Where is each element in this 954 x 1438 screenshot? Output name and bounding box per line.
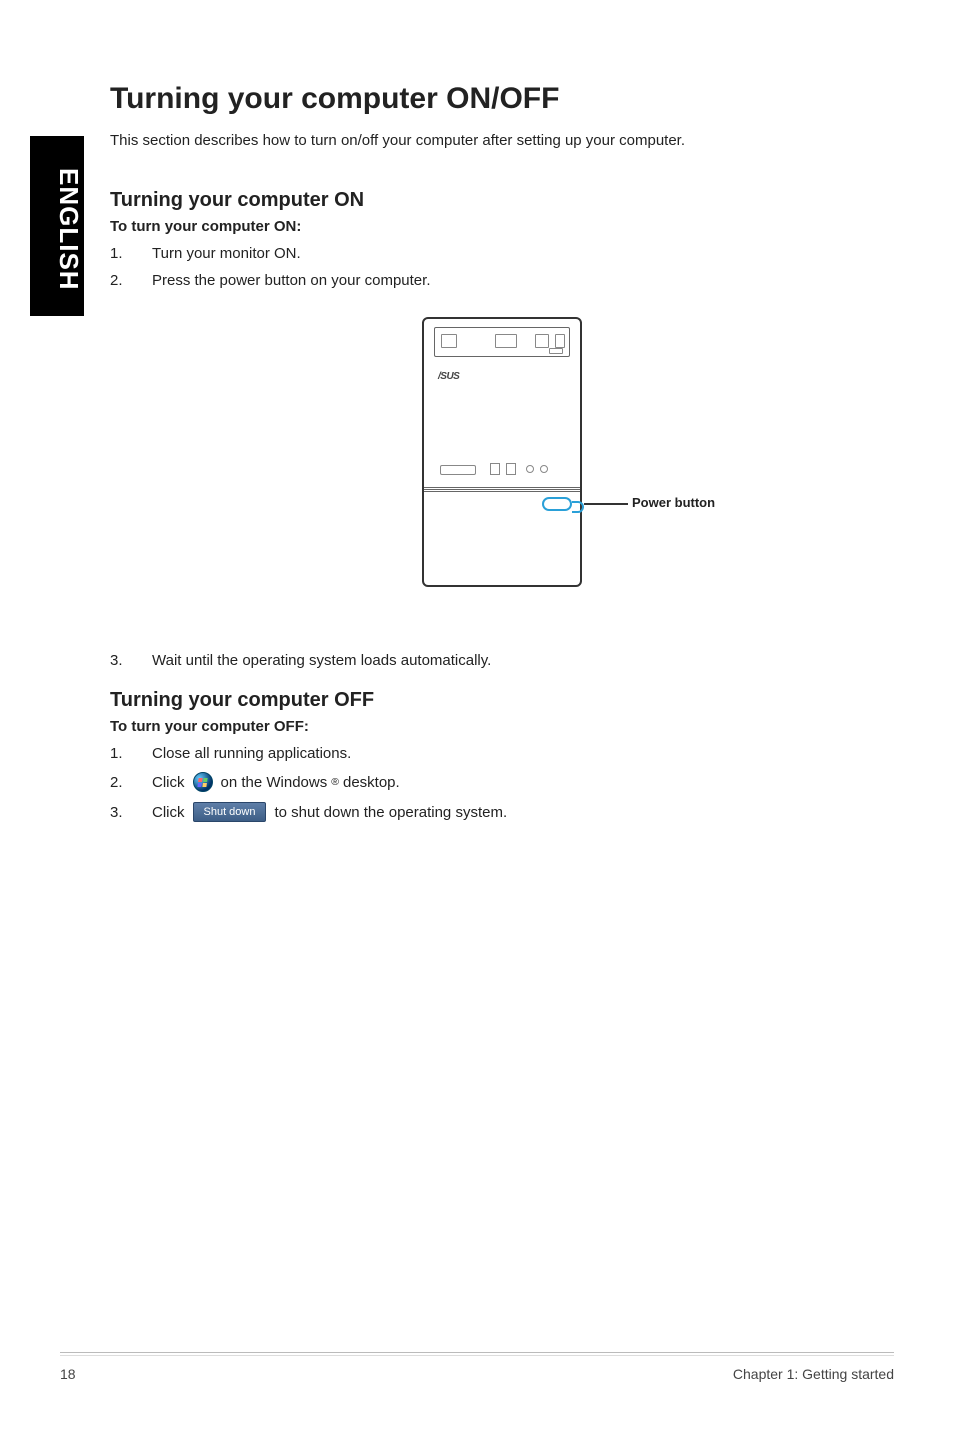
step-number: 3. [110, 652, 152, 669]
language-tab: ENGLISH [30, 136, 84, 316]
chapter-label: Chapter 1: Getting started [733, 1366, 894, 1382]
step-text-pre: Click [152, 774, 185, 791]
step-text-post-a: on the Windows [221, 774, 328, 791]
compact-icon [555, 334, 565, 348]
list-item: 2. Press the power button on your comput… [110, 272, 894, 289]
footer-rule [60, 1352, 894, 1353]
step-text: Turn your monitor ON. [152, 245, 301, 262]
front-io-panel [434, 459, 570, 483]
step-body: Click on the Windows® desktop. [152, 772, 400, 792]
subhead-turn-on: To turn your computer ON: [110, 218, 894, 235]
disc-icon [535, 334, 549, 348]
page-title: Turning your computer ON/OFF [110, 82, 894, 116]
list-item: 3. Wait until the operating system loads… [110, 652, 894, 669]
step-body: Click Shut down to shut down the operati… [152, 802, 507, 822]
power-button-label: Power button [632, 495, 715, 510]
step-text-pre: Click [152, 804, 185, 821]
subhead-turn-off: To turn your computer OFF: [110, 718, 894, 735]
audio-jack-icon [526, 465, 534, 473]
step-text-post-b: desktop. [343, 774, 400, 791]
usb-port-icon [490, 463, 500, 475]
eject-slot-icon [549, 348, 563, 354]
usb-port-icon [506, 463, 516, 475]
page-footer: 18 Chapter 1: Getting started [60, 1352, 894, 1382]
card-reader-icon [440, 465, 476, 475]
optical-drive-panel [434, 327, 570, 357]
step-number: 1. [110, 245, 152, 262]
step-text: Wait until the operating system loads au… [152, 652, 491, 669]
turn-on-steps: 1. Turn your monitor ON. 2. Press the po… [110, 245, 894, 289]
callout-leader-line [584, 503, 628, 505]
page-number: 18 [60, 1366, 76, 1382]
vent-lines [424, 487, 580, 493]
step-number: 1. [110, 745, 152, 762]
audio-jack-icon [540, 465, 548, 473]
step-text: Press the power button on your computer. [152, 272, 431, 289]
step-text: Close all running applications. [152, 745, 351, 762]
registered-mark: ® [331, 776, 339, 788]
step-number: 2. [110, 774, 152, 791]
bluray-icon [495, 334, 517, 348]
step-text-post: to shut down the operating system. [274, 804, 507, 821]
heading-turn-off: Turning your computer OFF [110, 689, 894, 712]
list-item: 3. Click Shut down to shut down the oper… [110, 802, 894, 822]
step-number: 3. [110, 804, 152, 821]
turn-on-steps-cont: 3. Wait until the operating system loads… [110, 652, 894, 669]
list-item: 2. Click on the Windows® desktop. [110, 772, 894, 792]
list-item: 1. Close all running applications. [110, 745, 894, 762]
windows-start-orb-icon [193, 772, 213, 792]
tower-front: /SUS Power button [422, 317, 582, 587]
list-item: 1. Turn your monitor ON. [110, 245, 894, 262]
computer-diagram: /SUS Power button [110, 317, 894, 592]
turn-off-steps: 1. Close all running applications. 2. Cl… [110, 745, 894, 822]
power-button-callout [542, 497, 572, 511]
badge-icon [441, 334, 457, 348]
intro-text: This section describes how to turn on/of… [110, 132, 894, 149]
shutdown-button-graphic: Shut down [193, 802, 267, 822]
step-number: 2. [110, 272, 152, 289]
heading-turn-on: Turning your computer ON [110, 189, 894, 212]
asus-logo: /SUS [438, 371, 459, 382]
